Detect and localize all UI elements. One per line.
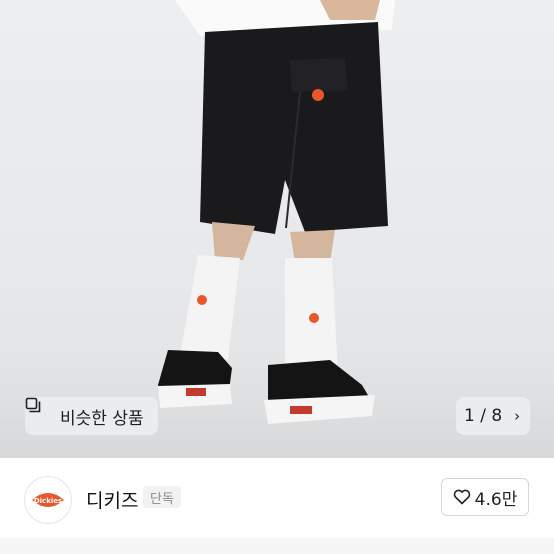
image-counter[interactable]: 1 / 8 › — [456, 397, 530, 435]
like-button[interactable]: 4.6만 — [441, 478, 529, 516]
image-counter-label: 1 / 8 — [464, 406, 503, 426]
similar-products-button[interactable]: 비슷한 상품 — [25, 397, 158, 435]
chevron-right-icon: › — [514, 407, 521, 425]
product-image[interactable]: 비슷한 상품 1 / 8 › — [0, 0, 554, 458]
like-count: 4.6만 — [474, 489, 518, 510]
similar-products-label: 비슷한 상품 — [60, 408, 144, 429]
store-info[interactable]: Dickies 디키즈 단독 4.6만 — [0, 458, 554, 538]
store-name[interactable]: 디키즈 — [86, 486, 138, 513]
section-divider — [0, 538, 554, 554]
product-illustration — [158, 0, 395, 424]
store-logo[interactable]: Dickies — [24, 476, 72, 524]
heart-icon — [453, 489, 471, 505]
dickies-logo-icon: Dickies — [32, 493, 64, 507]
exclusive-badge: 단독 — [143, 486, 181, 508]
similar-icon — [25, 397, 52, 424]
svg-text:Dickies: Dickies — [34, 497, 62, 505]
